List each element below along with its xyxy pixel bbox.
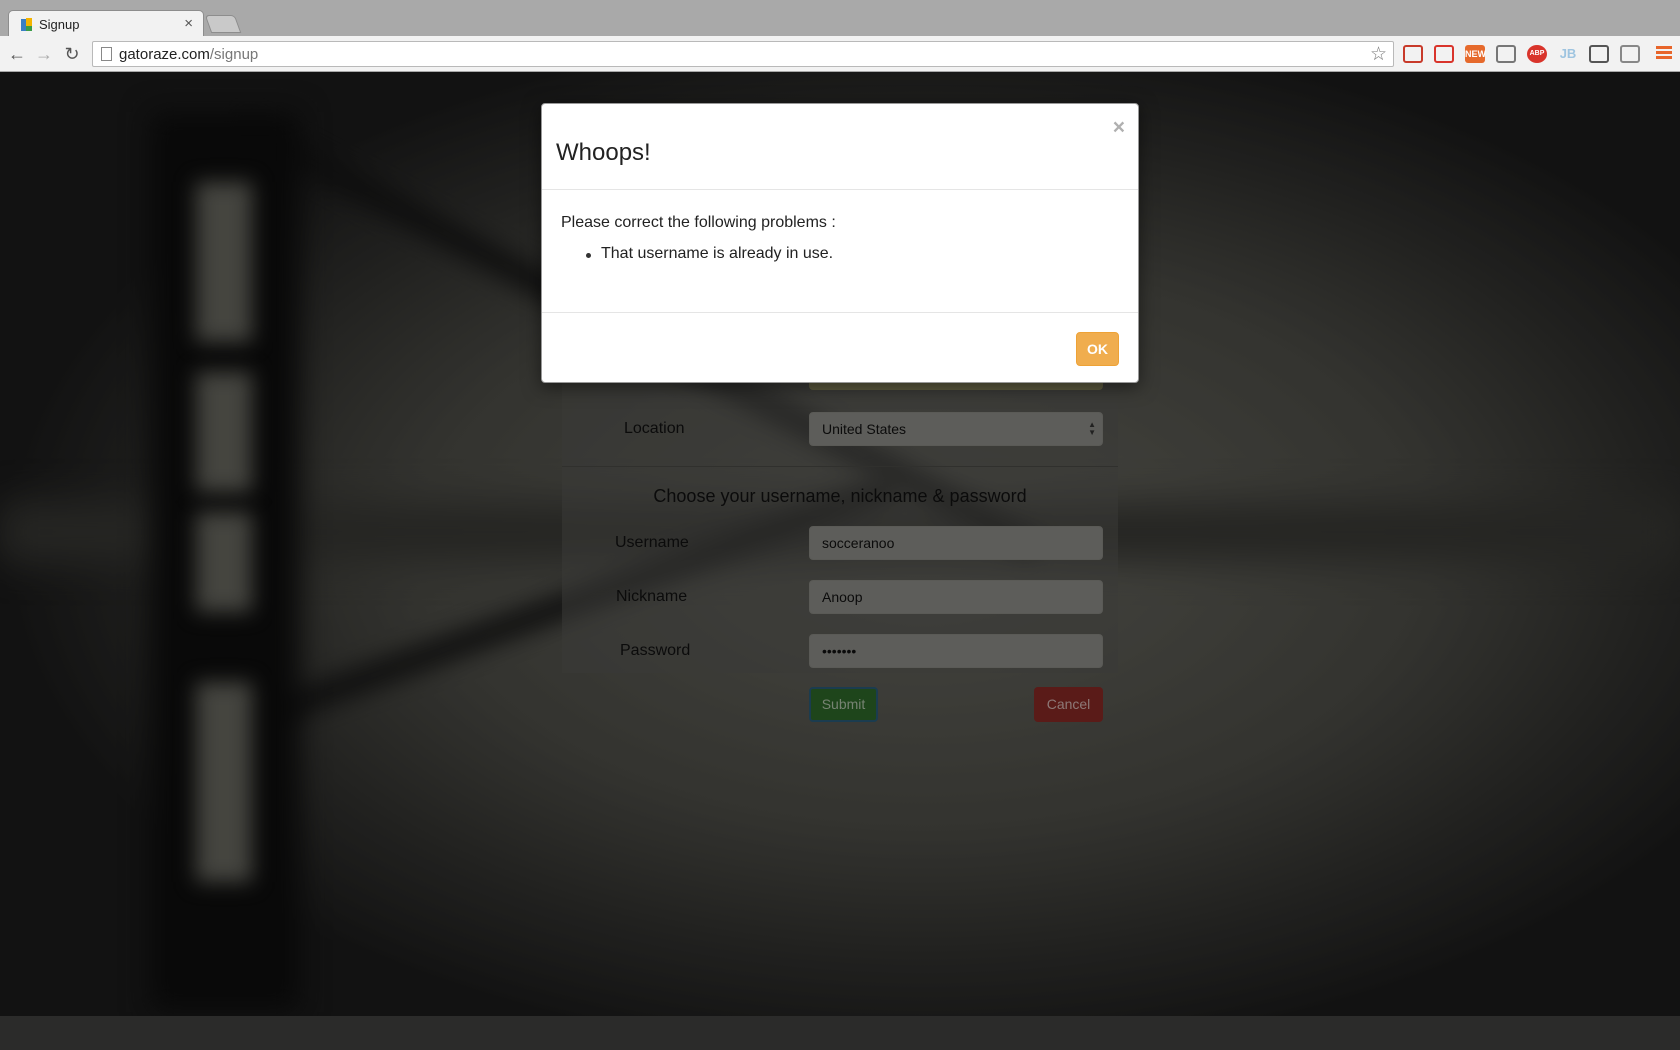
record-extension-icon[interactable] [1434, 45, 1454, 63]
browser-toolbar: ← → ↻ gatoraze.com/signup ☆ NEW ABP JB [0, 36, 1680, 72]
bookmark-extension-icon[interactable] [1403, 45, 1423, 63]
adblock-icon[interactable]: ABP [1527, 45, 1547, 63]
tab-title: Signup [39, 17, 80, 32]
new-tab-button[interactable] [204, 15, 242, 33]
back-arrow-icon[interactable]: ← [7, 44, 27, 64]
reload-icon[interactable]: ↻ [62, 44, 82, 64]
modal-footer: OK [542, 313, 1138, 384]
forward-arrow-icon[interactable]: → [34, 44, 54, 64]
error-intro: Please correct the following problems : [561, 214, 836, 231]
new-extension-icon[interactable]: NEW [1465, 45, 1486, 63]
chrome-menu-icon[interactable] [1656, 46, 1672, 61]
modal-title: Whoops! [556, 139, 651, 166]
error-modal: Whoops! × Please correct the following p… [541, 103, 1139, 383]
modal-close-icon[interactable]: × [1113, 116, 1125, 140]
url-path: /signup [209, 46, 259, 63]
modal-header: Whoops! × [542, 104, 1138, 190]
modal-body: Please correct the following problems : … [542, 190, 1138, 313]
tab-close-icon[interactable]: × [184, 15, 193, 32]
site-favicon-icon [21, 18, 32, 31]
browser-tab-strip: Signup × [0, 0, 1680, 38]
page-icon [101, 47, 112, 61]
bookmark-star-icon[interactable]: ☆ [1370, 43, 1387, 66]
audio-extension-icon[interactable] [1620, 45, 1640, 63]
address-bar[interactable]: gatoraze.com/signup ☆ [92, 41, 1394, 67]
url-domain: gatoraze.com [119, 46, 210, 63]
error-item: That username is already in use. [582, 245, 833, 263]
error-list: That username is already in use. [582, 245, 833, 263]
cast-icon[interactable] [1496, 45, 1516, 63]
page-bottom-strip [0, 1016, 1680, 1050]
eyedropper-extension-icon[interactable] [1589, 45, 1609, 63]
url-text[interactable]: gatoraze.com/signup [119, 46, 258, 63]
browser-tab[interactable]: Signup × [8, 10, 204, 38]
ok-button[interactable]: OK [1076, 332, 1119, 366]
jb-extension-icon[interactable]: JB [1558, 45, 1578, 63]
